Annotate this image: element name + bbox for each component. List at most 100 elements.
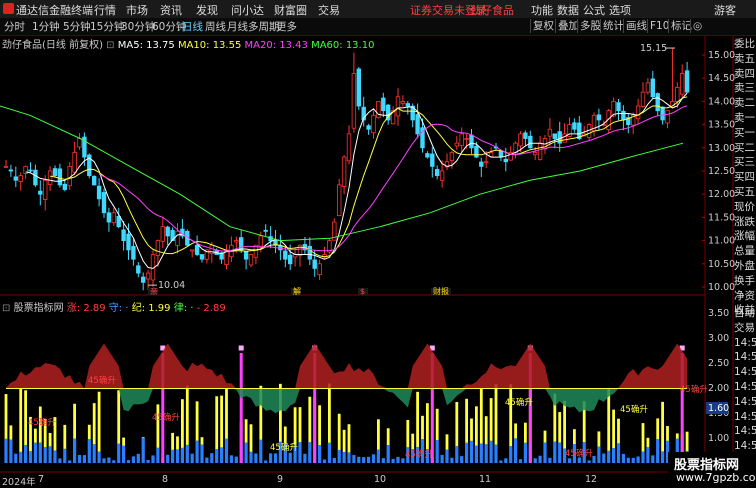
quote-label: 卖一 [734,111,755,124]
signal-bar [558,412,562,443]
candle [96,185,102,200]
signal-bar [524,422,527,443]
low-label: 10.04 [158,280,185,291]
ind-tick: 2.50 [708,358,729,369]
volume-bar [97,451,101,463]
volume-bar [440,454,444,463]
quote-label: 委比 [734,38,755,50]
quote-label: 净资 [734,289,755,302]
trade-label: 交易 [734,321,755,334]
candle [57,168,63,186]
candle [503,158,508,163]
candle [47,170,53,186]
volume-bar [347,452,351,463]
volume-bar [48,446,52,463]
candle [645,82,651,93]
candle [52,168,58,177]
volume-bar [602,453,606,463]
candle [479,161,484,167]
volume-bar [190,453,194,463]
volume-bar [342,451,346,463]
volume-bar [445,449,449,463]
volume-bar [24,444,28,463]
candle [199,254,205,260]
candle [680,73,685,95]
ma10-label: MA10: 13.55 [177,40,242,51]
signal-label: 45确升 [565,448,593,459]
ma20-label: MA20: 13.43 [244,40,308,51]
ma5-line [25,92,688,269]
event-marker: 解 [293,286,301,296]
volume-bar [28,451,33,463]
candle [547,128,553,137]
volume-bar [381,458,385,463]
volume-bar [249,451,253,463]
volume-bar [264,460,268,463]
candle [165,226,170,237]
quote-label: 换手 [734,274,755,287]
date-tick: 10 [374,474,387,485]
indicator-name: 股票指标网 [13,303,64,314]
indicator-zhang: 涨: 2.89 [66,303,106,314]
signal-bar [337,413,341,450]
kline-chart[interactable]: 15.00 14.50 14.00 13.50 13.00 12.50 12.00 11.50… [0,0,756,487]
quote-label: 总量 [734,245,755,258]
signal-bar [617,418,620,444]
candle [430,153,435,167]
signal-bar [445,434,449,450]
signal-bar [249,424,253,452]
date-tick: 9 [277,474,284,485]
signal-label: 45确升 [152,412,180,423]
date-tick: 2024年 [2,477,36,488]
volume-bar [126,460,131,463]
candle [243,251,249,260]
date-tick: 7 [38,474,45,485]
signal-bar [661,401,664,452]
volume-bar [533,458,537,463]
signal-bar [416,391,419,447]
volume-bar [367,456,371,463]
candle [307,245,312,260]
volume-bar [195,440,199,463]
signal-bar [117,390,121,444]
trade-label: 14:50 [734,395,756,408]
indicator-shou: 守: · [108,303,129,314]
volume-bar [641,451,645,463]
volume-bar [587,460,591,463]
signal-bar [185,385,189,445]
candle [528,135,533,149]
volume-bar [77,454,82,463]
candle [336,184,342,217]
signal-bar [484,416,488,445]
quote-label: 卖三 [734,82,755,95]
price-tick: 12.00 [708,189,735,200]
date-tick: 8 [162,474,169,485]
candle [381,97,386,112]
volume-bar [518,459,523,463]
candle [160,226,165,242]
signal-bar [48,432,52,447]
candle [8,169,14,172]
signal-bar [597,431,601,447]
signal-bar [122,437,125,446]
volume-bar [4,438,8,463]
signal-bar [308,396,312,443]
candle [474,145,479,158]
candle [650,78,655,98]
candle [684,70,690,93]
quote-label: 卖二 [734,97,755,110]
volume-bar [33,442,37,463]
indicator-ji: 纪: 1.99 [131,303,171,314]
candle [136,265,141,274]
candle [415,114,420,135]
candle [283,250,288,260]
volume-bar [523,442,527,463]
trade-label: 14:50 [734,351,756,364]
indicator-extra: - 2.89 [196,303,226,314]
volume-bar [58,458,62,463]
volume-bar [131,456,135,463]
signal-bar [244,419,248,443]
volume-bar [489,440,493,463]
signal-bar [87,424,91,440]
volume-bar [53,450,57,463]
